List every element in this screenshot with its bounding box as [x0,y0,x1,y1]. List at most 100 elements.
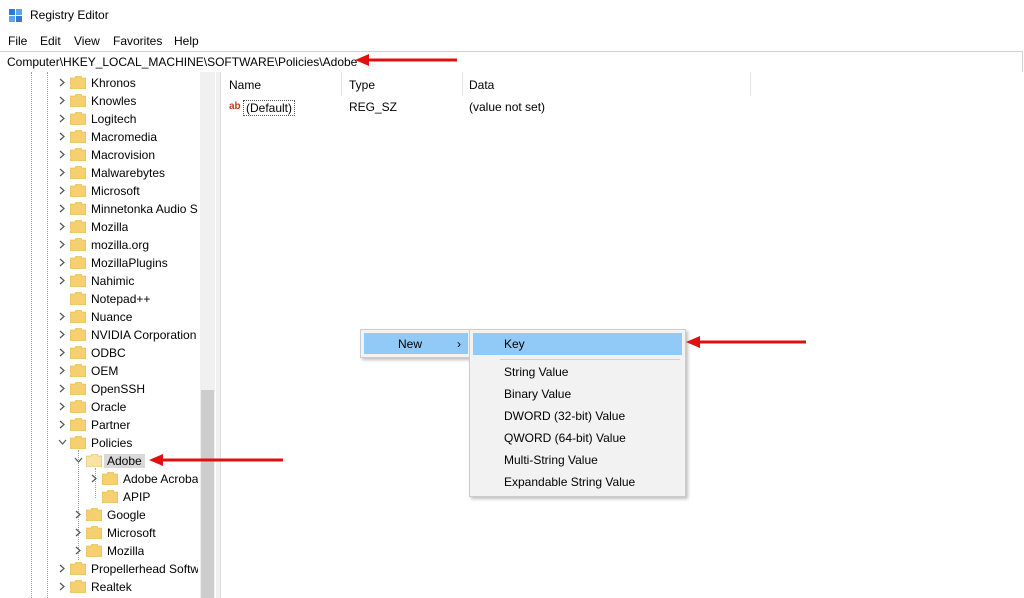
chevron-right-icon[interactable] [58,132,67,141]
tree-item[interactable]: Policies [0,434,200,452]
tree-item[interactable]: Logitech [0,110,200,128]
chevron-right-icon[interactable] [58,114,67,123]
value-name[interactable]: (Default) [243,100,296,116]
tree-item-label: Adobe Acroba [123,472,198,486]
folder-icon [86,508,102,521]
chevron-right-icon[interactable] [58,384,67,393]
tree-item[interactable]: NVIDIA Corporation [0,326,200,344]
submenu-multi-string-value[interactable]: Multi-String Value [473,449,682,471]
submenu-expandable-string-value[interactable]: Expandable String Value [473,471,682,493]
tree-item[interactable]: Propellerhead Softw [0,560,200,578]
tree-item[interactable]: Adobe Acroba [0,470,200,488]
submenu-binary-value[interactable]: Binary Value [473,383,682,405]
tree-item[interactable]: Oracle [0,398,200,416]
tree-item[interactable]: Malwarebytes [0,164,200,182]
chevron-right-icon[interactable] [74,546,83,555]
column-header-type[interactable]: Type [349,78,375,92]
tree-item[interactable]: mozilla.org [0,236,200,254]
tree-item[interactable]: Mozilla [0,542,200,560]
tree-item[interactable]: Realtek [0,578,200,596]
submenu-key[interactable]: Key [473,333,682,355]
context-menu-new[interactable]: New › [364,333,468,354]
chevron-right-icon[interactable] [58,96,67,105]
chevron-right-icon[interactable] [58,258,67,267]
chevron-right-icon[interactable] [58,582,67,591]
tree-item-label: Khronos [91,76,136,90]
tree-item[interactable]: Nuance [0,308,200,326]
column-separator[interactable] [462,72,463,96]
chevron-right-icon[interactable] [58,78,67,87]
chevron-right-icon[interactable] [58,420,67,429]
folder-icon [70,418,86,431]
chevron-right-icon[interactable] [58,564,67,573]
tree-item[interactable]: Mozilla [0,218,200,236]
tree-item[interactable]: APIP [0,488,200,506]
tree-scrollbar-thumb[interactable] [201,390,214,598]
tree-item[interactable]: Microsoft [0,524,200,542]
chevron-right-icon[interactable] [58,402,67,411]
submenu-string-value[interactable]: String Value [473,361,682,383]
address-bar[interactable]: Computer\HKEY_LOCAL_MACHINE\SOFTWARE\Pol… [0,51,1023,73]
menu-favorites[interactable]: Favorites [113,34,162,48]
menu-file[interactable]: File [8,34,27,48]
chevron-right-icon[interactable] [74,528,83,537]
chevron-right-icon[interactable] [58,366,67,375]
tree-item[interactable]: ODBC [0,344,200,362]
chevron-right-icon[interactable] [58,312,67,321]
chevron-right-icon: › [457,337,461,351]
tree-item[interactable]: Knowles [0,92,200,110]
chevron-right-icon[interactable] [58,150,67,159]
tree-item-label: Microsoft [107,526,156,540]
tree-item[interactable]: Google [0,506,200,524]
tree-item[interactable]: Partner [0,416,200,434]
folder-icon [86,454,102,467]
folder-icon [70,580,86,593]
tree-item[interactable]: MozillaPlugins [0,254,200,272]
chevron-right-icon[interactable] [58,204,67,213]
column-header-data[interactable]: Data [469,78,494,92]
tree-item-label: Mozilla [91,220,129,234]
tree-item[interactable]: Notepad++ [0,290,200,308]
chevron-right-icon[interactable] [90,474,99,483]
tree-item-label: Propellerhead Softw [91,562,198,576]
tree-item-label: Oracle [91,400,127,414]
tree-item[interactable]: OpenSSH [0,380,200,398]
arrow-adobe-icon [149,454,283,466]
chevron-right-icon[interactable] [58,348,67,357]
chevron-right-icon[interactable] [58,222,67,231]
context-menu-new-label: New [398,337,423,351]
key-tree[interactable]: Khronos Knowles Logitech Macromedia Macrovis… [0,72,216,598]
column-header-name[interactable]: Name [229,78,261,92]
submenu-separator [500,359,680,360]
chevron-right-icon[interactable] [58,186,67,195]
chevron-right-icon[interactable] [58,330,67,339]
value-type: REG_SZ [349,100,398,114]
tree-item[interactable]: Macromedia [0,128,200,146]
chevron-down-icon[interactable] [58,438,67,447]
tree-item[interactable]: Khronos [0,74,200,92]
menu-bar: File Edit View Favorites Help [0,31,1024,51]
submenu-qword-value[interactable]: QWORD (64-bit) Value [473,427,682,449]
tree-item[interactable]: OEM [0,362,200,380]
column-separator[interactable] [750,72,751,96]
tree-item[interactable]: Nahimic [0,272,200,290]
folder-icon [70,112,86,125]
menu-help[interactable]: Help [174,34,199,48]
tree-item[interactable]: Macrovision [0,146,200,164]
chevron-right-icon[interactable] [58,168,67,177]
menu-edit[interactable]: Edit [40,34,61,48]
tree-item-label: Nuance [91,310,133,324]
chevron-right-icon[interactable] [58,240,67,249]
tree-item-label: Logitech [91,112,137,126]
tree-item-label: Adobe [104,454,145,468]
column-separator[interactable] [341,72,342,96]
folder-icon [102,472,118,485]
chevron-down-icon[interactable] [74,456,83,465]
chevron-right-icon[interactable] [58,276,67,285]
tree-item[interactable]: Minnetonka Audio S [0,200,200,218]
submenu-dword-value[interactable]: DWORD (32-bit) Value [473,405,682,427]
tree-item[interactable]: Microsoft [0,182,200,200]
folder-icon [86,544,102,557]
chevron-right-icon[interactable] [74,510,83,519]
menu-view[interactable]: View [74,34,100,48]
